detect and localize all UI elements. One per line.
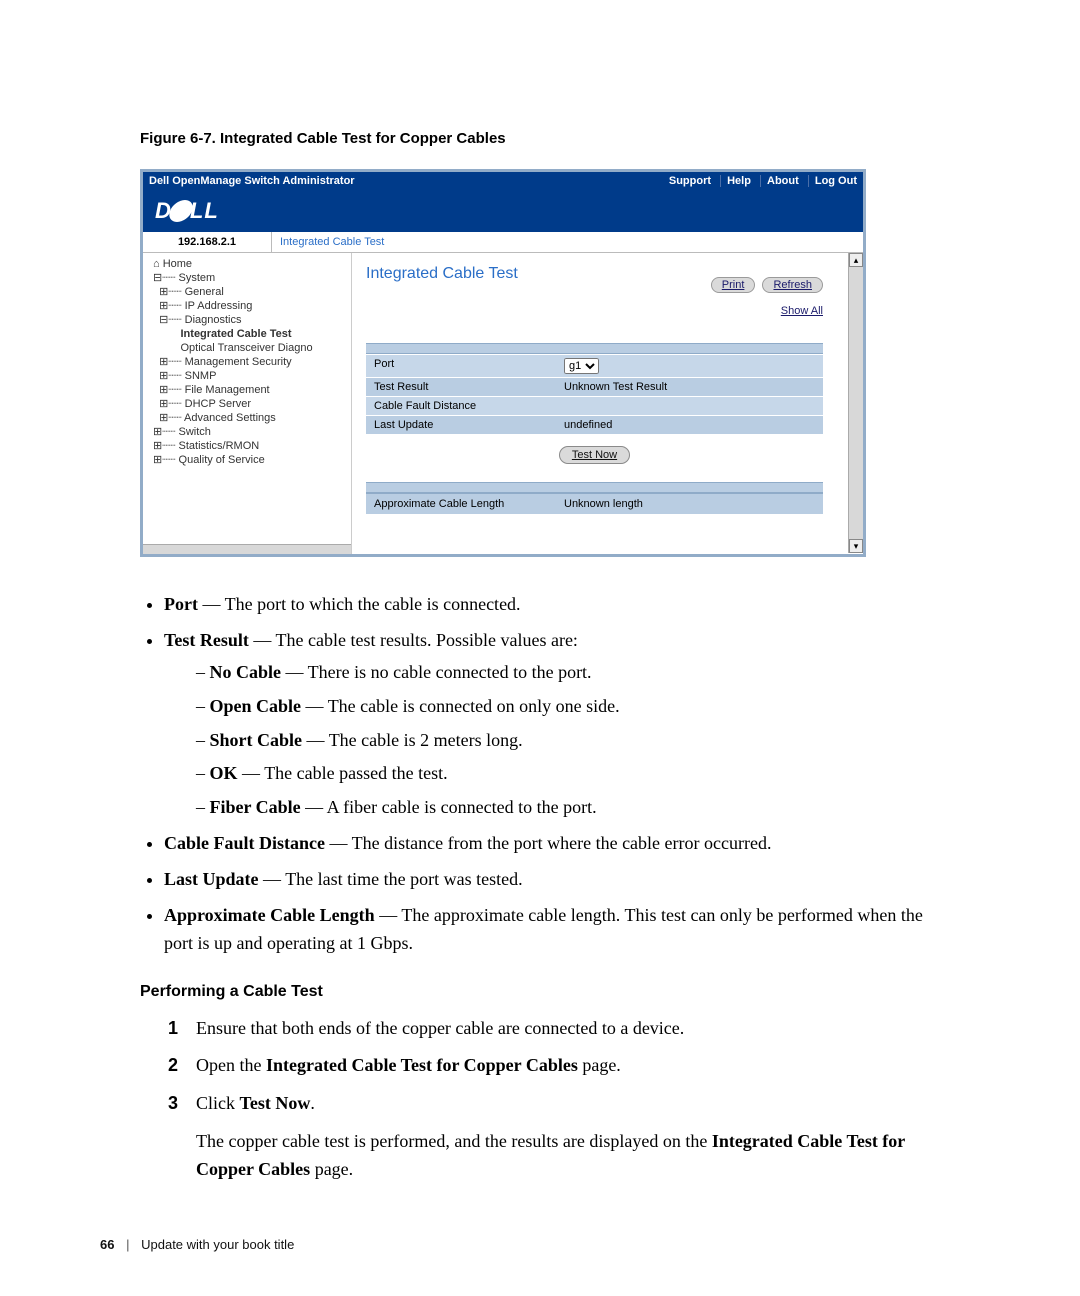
tree-item[interactable]: ⊞┈┈ File Management — [153, 383, 345, 397]
list-item: Approximate Cable Length — The approxima… — [164, 902, 952, 958]
tree-item[interactable]: ⊞┈┈ Statistics/RMON — [153, 439, 345, 453]
device-ip: 192.168.2.1 — [143, 232, 272, 252]
list-item: Port — The port to which the cable is co… — [164, 591, 952, 619]
window-titlebar: Dell OpenManage Switch Administrator Sup… — [143, 172, 863, 190]
print-button[interactable]: Print — [711, 277, 756, 293]
tree-item[interactable]: ⌂ Home — [153, 257, 345, 271]
link-help[interactable]: Help — [720, 175, 751, 187]
table-row: Portg1 — [366, 354, 823, 377]
step-text: Open the Integrated Cable Test for Coppe… — [196, 1052, 952, 1080]
tree-item[interactable]: ⊟┈┈ Diagnostics — [153, 313, 345, 327]
table-row: Last Updateundefined — [366, 415, 823, 434]
step-text: Ensure that both ends of the copper cabl… — [196, 1015, 952, 1043]
figure-caption: Figure 6-7. Integrated Cable Test for Co… — [140, 130, 980, 147]
tree-item[interactable]: ⊞┈┈ Switch — [153, 425, 345, 439]
link-about[interactable]: About — [760, 175, 799, 187]
page-number: 66 — [100, 1237, 114, 1252]
field-descriptions-list: Port — The port to which the cable is co… — [140, 591, 952, 958]
port-select[interactable]: g1 — [564, 358, 599, 374]
row-label: Test Result — [374, 381, 564, 393]
row-label: Cable Fault Distance — [374, 400, 564, 412]
list-item: Last Update — The last time the port was… — [164, 866, 952, 894]
tree-item[interactable]: ⊞┈┈ Quality of Service — [153, 453, 345, 467]
tree-item[interactable]: ⊞┈┈ Advanced Settings — [153, 411, 345, 425]
app-screenshot: Dell OpenManage Switch Administrator Sup… — [140, 169, 866, 557]
show-all-link[interactable]: Show All — [781, 305, 823, 317]
step: 2Open the Integrated Cable Test for Copp… — [168, 1052, 952, 1080]
table-header-bar2 — [366, 482, 823, 493]
tree-item[interactable]: ⊞┈┈ SNMP — [153, 369, 345, 383]
approx-label: Approximate Cable Length — [374, 498, 564, 510]
step-number: 2 — [168, 1052, 196, 1080]
results-table: Portg1Test ResultUnknown Test ResultCabl… — [366, 354, 823, 434]
logo-bar: DLL — [143, 190, 863, 232]
row-label: Port — [374, 358, 564, 374]
test-now-button[interactable]: Test Now — [559, 446, 630, 464]
breadcrumb[interactable]: Integrated Cable Test — [272, 232, 392, 252]
breadcrumb-row: 192.168.2.1 Integrated Cable Test — [143, 232, 863, 253]
list-item: Test Result — The cable test results. Po… — [164, 627, 952, 822]
table-header-bar — [366, 343, 823, 354]
procedure-steps: 1Ensure that both ends of the copper cab… — [140, 1015, 952, 1184]
section-heading: Performing a Cable Test — [140, 980, 952, 1005]
nav-tree[interactable]: ⌂ Home⊟┈┈ System ⊞┈┈ General ⊞┈┈ IP Addr… — [143, 253, 352, 557]
table-row: Cable Fault Distance — [366, 396, 823, 415]
step: 3Click Test Now. — [168, 1090, 952, 1118]
approx-row: Approximate Cable Length Unknown length — [366, 493, 823, 514]
link-support[interactable]: Support — [669, 175, 711, 187]
row-label: Last Update — [374, 419, 564, 431]
header-links: Support Help About Log Out — [663, 172, 857, 190]
tree-item[interactable]: ⊞┈┈ General — [153, 285, 345, 299]
main-panel: Integrated Cable Test Print Refresh Show… — [352, 253, 863, 553]
approx-value: Unknown length — [564, 498, 643, 510]
scroll-up-icon[interactable]: ▴ — [849, 253, 863, 267]
dell-logo: DLL — [155, 198, 219, 224]
tree-item[interactable]: ⊞┈┈ IP Addressing — [153, 299, 345, 313]
step: 1Ensure that both ends of the copper cab… — [168, 1015, 952, 1043]
list-item: Cable Fault Distance — The distance from… — [164, 830, 952, 858]
refresh-button[interactable]: Refresh — [762, 277, 823, 293]
main-vscrollbar[interactable]: ▴ ▾ — [848, 253, 863, 553]
list-item: OK — The cable passed the test. — [196, 760, 952, 788]
link-logout[interactable]: Log Out — [808, 175, 857, 187]
step-continuation: The copper cable test is performed, and … — [168, 1128, 952, 1184]
tree-item[interactable]: ⊞┈┈ Management Security — [153, 355, 345, 369]
list-item: Short Cable — The cable is 2 meters long… — [196, 727, 952, 755]
step-number: 3 — [168, 1090, 196, 1118]
tree-item[interactable]: ⊞┈┈ DHCP Server — [153, 397, 345, 411]
tree-item[interactable]: Integrated Cable Test — [153, 327, 345, 341]
list-item: Fiber Cable — A fiber cable is connected… — [196, 794, 952, 822]
list-item: No Cable — There is no cable connected t… — [196, 659, 952, 687]
row-value: Unknown Test Result — [564, 381, 667, 393]
step-text: Click Test Now. — [196, 1090, 952, 1118]
step-number: 1 — [168, 1015, 196, 1043]
table-row: Test ResultUnknown Test Result — [366, 377, 823, 396]
tree-item[interactable]: ⊟┈┈ System — [153, 271, 345, 285]
tree-item[interactable]: Optical Transceiver Diagno — [153, 341, 345, 355]
scroll-down-icon[interactable]: ▾ — [849, 539, 863, 553]
step-text: The copper cable test is performed, and … — [196, 1128, 952, 1184]
page-footer: 66 | Update with your book title — [100, 1237, 980, 1252]
row-value: undefined — [564, 419, 612, 431]
tree-hscrollbar[interactable]: ◂ ▸ — [143, 544, 351, 557]
book-title: Update with your book title — [141, 1237, 294, 1252]
app-title: Dell OpenManage Switch Administrator — [149, 172, 355, 190]
list-item: Open Cable — The cable is connected on o… — [196, 693, 952, 721]
action-buttons: Print Refresh Show All — [707, 277, 823, 317]
